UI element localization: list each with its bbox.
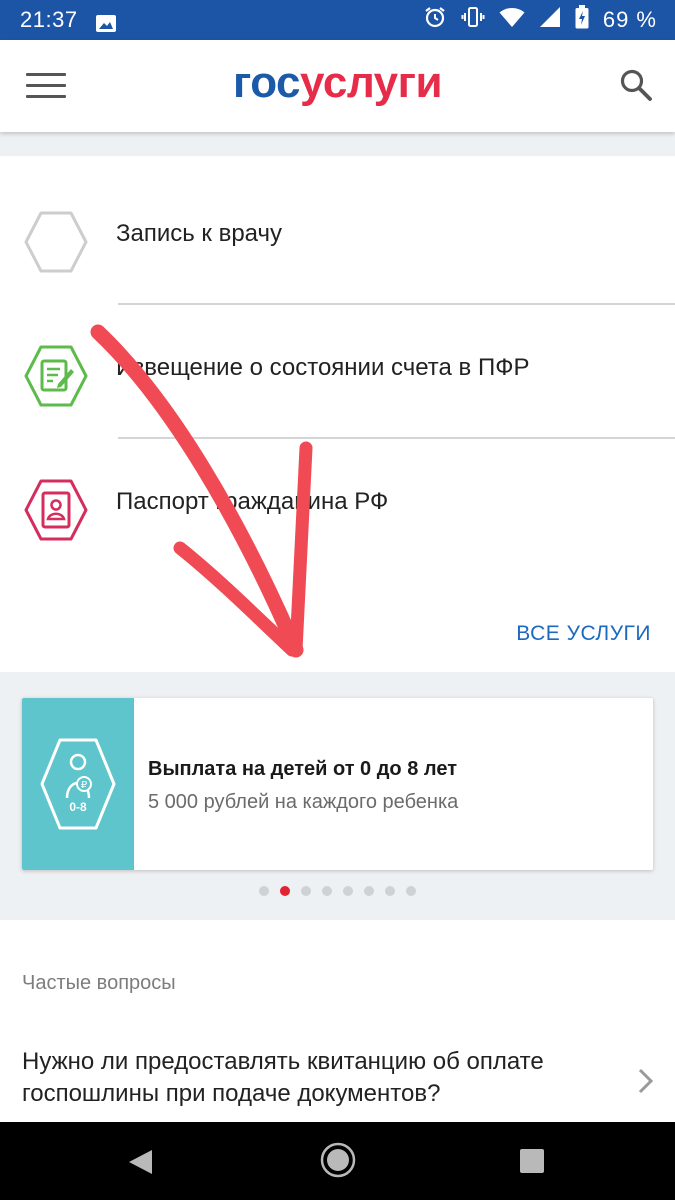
carousel-indicator [0, 886, 675, 896]
service-item-passport[interactable]: Паспорт гражданина РФ [0, 448, 675, 568]
carousel-dot[interactable] [364, 886, 374, 896]
ruble-symbol: ₽ [81, 780, 88, 791]
gosuslugi-logo: госуслуги [0, 58, 675, 108]
divider [118, 437, 675, 439]
banner-subtitle: 5 000 рублей на каждого ребенка [148, 791, 459, 813]
carousel-dot[interactable] [385, 886, 395, 896]
child-payment-icon: ₽ 0-8 [40, 738, 116, 830]
passport-icon [22, 476, 90, 544]
back-icon[interactable] [126, 1148, 154, 1176]
chevron-right-icon[interactable] [637, 1066, 655, 1096]
carousel-dot[interactable] [280, 886, 290, 896]
logo-part-uslugi: услуги [299, 58, 443, 107]
carousel-dot[interactable] [301, 886, 311, 896]
status-bar: 21:37 69 % [0, 0, 675, 40]
divider [118, 303, 675, 305]
logo-part-gos: гос [232, 58, 301, 107]
service-label: Запись к врачу [116, 220, 283, 247]
service-item-doctor[interactable]: Запись к врачу [0, 180, 675, 300]
faq-question[interactable]: Нужно ли предоставлять квитанцию об опла… [22, 1046, 602, 1110]
carousel-dot[interactable] [406, 886, 416, 896]
app-bar: госуслуги [0, 40, 675, 132]
service-item-pfr[interactable]: Извещение о состоянии счета в ПФР [0, 314, 675, 434]
status-time: 21:37 [20, 7, 78, 32]
banner-icon-block: ₽ 0-8 [22, 698, 134, 870]
alarm-icon [423, 5, 447, 35]
promo-banner[interactable]: ₽ 0-8 Выплата на детей от 0 до 8 лет 5 0… [22, 698, 653, 870]
wifi-icon [499, 6, 525, 34]
system-nav-bar [0, 1122, 675, 1200]
service-label: Извещение о состоянии счета в ПФР [116, 354, 530, 381]
banner-title: Выплата на детей от 0 до 8 лет [148, 758, 457, 780]
popular-services-list: Запись к врачу Извещение о состоянии сче… [0, 156, 675, 672]
vibrate-icon [461, 5, 485, 35]
image-notification-icon [95, 12, 116, 32]
carousel-dot[interactable] [343, 886, 353, 896]
recent-apps-icon[interactable] [519, 1148, 545, 1174]
service-label: Паспорт гражданина РФ [116, 488, 389, 515]
faq-heading: Частые вопросы [22, 972, 176, 994]
all-services-link[interactable]: ВСЕ УСЛУГИ [516, 622, 651, 646]
hexagon-outline-icon [22, 208, 90, 276]
search-icon[interactable] [619, 68, 653, 102]
document-edit-icon [22, 342, 90, 410]
battery-icon [575, 5, 589, 35]
carousel-dot[interactable] [322, 886, 332, 896]
home-icon[interactable] [320, 1142, 356, 1178]
faq-section: Частые вопросы Нужно ли предоставлять кв… [0, 920, 675, 1125]
carousel-dot[interactable] [259, 886, 269, 896]
signal-icon [539, 6, 561, 34]
banner-icon-age: 0-8 [69, 800, 87, 814]
battery-percent: 69 % [602, 7, 657, 32]
